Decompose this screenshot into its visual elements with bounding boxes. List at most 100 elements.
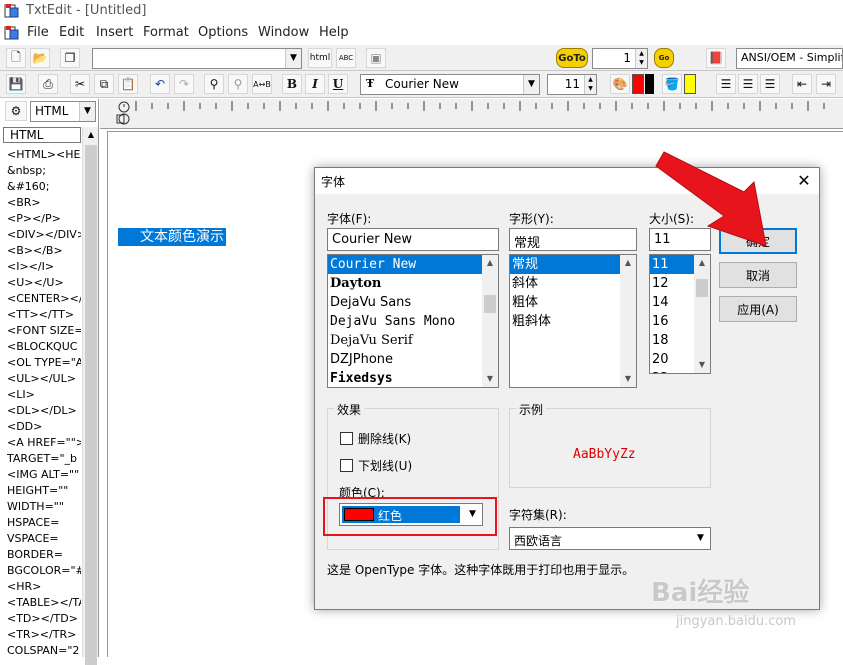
scroll-thumb[interactable] (484, 295, 496, 313)
line-number-input[interactable]: 1 ▲ ▼ (592, 48, 648, 69)
style-list-item[interactable]: 粗斜体 (510, 312, 620, 331)
font-style-field[interactable]: 常规 (509, 228, 637, 251)
close-icon[interactable]: ✕ (793, 170, 815, 192)
size-list-item[interactable]: 11 (650, 255, 694, 274)
find-button[interactable]: ⚲ (204, 74, 224, 94)
highlight-button[interactable]: 🪣 (662, 74, 682, 94)
menu-insert[interactable]: Insert (96, 25, 133, 40)
underline-checkbox[interactable] (340, 459, 353, 472)
snippet-item[interactable]: WIDTH="" (7, 499, 81, 515)
menu-file[interactable]: File (27, 25, 49, 40)
save-button[interactable]: 💾 (6, 74, 26, 94)
chevron-down-icon[interactable]: ▼ (285, 49, 301, 68)
snippet-item[interactable]: <TABLE></TA (7, 595, 81, 611)
new-file-button[interactable]: 🗋 (6, 48, 26, 68)
snippet-item[interactable]: <BR> (7, 195, 81, 211)
bold-button[interactable]: B (282, 74, 302, 94)
panel-settings-button[interactable]: ⚙ (5, 101, 27, 121)
chevron-down-icon[interactable]: ▼ (692, 529, 709, 548)
chevron-down-icon[interactable]: ▼ (523, 75, 539, 94)
text-color-swatch[interactable] (632, 74, 644, 94)
scroll-up-icon[interactable]: ▲ (620, 255, 636, 271)
snippet-item[interactable]: <TT></TT> (7, 307, 81, 323)
indent-button[interactable]: ⇥ (816, 74, 836, 94)
snippet-item[interactable]: HSPACE= (7, 515, 81, 531)
font-list-item[interactable]: DejaVu Serif (328, 331, 482, 350)
menu-options[interactable]: Options (198, 25, 248, 40)
snippet-item[interactable]: <I></I> (7, 259, 81, 275)
snippet-item[interactable]: <OL TYPE="A (7, 355, 81, 371)
undo-button[interactable]: ↶ (150, 74, 170, 94)
snippet-item[interactable]: <IMG ALT="" (7, 467, 81, 483)
menu-window[interactable]: Window (258, 25, 309, 40)
scroll-up-icon[interactable]: ▲ (694, 255, 710, 271)
redo-button[interactable]: ↷ (174, 74, 194, 94)
url-combo[interactable]: ▼ (92, 48, 302, 69)
font-list-item[interactable]: Dayton (328, 274, 482, 293)
italic-button[interactable]: I (305, 74, 325, 94)
snippet-item[interactable]: <LI> (7, 387, 81, 403)
snippet-item[interactable]: &nbsp; (7, 163, 81, 179)
snippet-item[interactable]: <CENTER></ (7, 291, 81, 307)
outdent-button[interactable]: ⇤ (792, 74, 812, 94)
menu-format[interactable]: Format (143, 25, 189, 40)
font-list[interactable]: Courier New Dayton DejaVu Sans DejaVu Sans … (327, 254, 499, 388)
scroll-thumb[interactable] (696, 279, 708, 297)
size-list-scrollbar[interactable]: ▲ ▼ (694, 255, 710, 373)
font-list-item[interactable]: DejaVu Sans (328, 293, 482, 312)
book-button[interactable]: 📕 (706, 48, 726, 68)
snippet-scrollbar[interactable]: ▲ (82, 127, 99, 665)
document-icon[interactable] (4, 25, 20, 41)
font-size-input[interactable]: 11 ▲ ▼ (547, 74, 597, 95)
snippet-item[interactable]: <DIV></DIV> (7, 227, 81, 243)
snippet-item[interactable]: COLSPAN="2 (7, 643, 81, 657)
align-right-button[interactable]: ☰ (760, 74, 780, 94)
size-list-item[interactable]: 20 (650, 350, 694, 369)
style-list-item[interactable]: 斜体 (510, 274, 620, 293)
strikeout-checkbox[interactable] (340, 432, 353, 445)
size-list-item[interactable]: 12 (650, 274, 694, 293)
spinner-icon[interactable]: ▲ ▼ (635, 49, 647, 68)
underline-button[interactable]: U (328, 74, 348, 94)
font-size-field[interactable]: 11 (649, 228, 711, 251)
style-list-item[interactable]: 常规 (510, 255, 620, 274)
scroll-up-icon[interactable]: ▲ (83, 127, 99, 143)
snippet-item[interactable]: <HTML><HEA (7, 147, 81, 163)
charset-select[interactable]: 西欧语言 ▼ (509, 527, 711, 550)
print-button[interactable]: ⎙ (38, 74, 58, 94)
style-list-scrollbar[interactable]: ▲ ▼ (620, 255, 636, 387)
preview-button[interactable]: ▣ (366, 48, 386, 68)
font-list-item[interactable]: DejaVu Sans Mono (328, 312, 482, 331)
snippet-item[interactable]: <B></B> (7, 243, 81, 259)
font-list-item[interactable]: Courier New (328, 255, 482, 274)
windows-button[interactable]: ❐ (60, 48, 80, 68)
snippet-item[interactable]: <UL></UL> (7, 371, 81, 387)
snippet-item[interactable]: &#160; (7, 179, 81, 195)
font-list-item[interactable]: Fixedsys (328, 369, 482, 387)
style-list-item[interactable]: 粗体 (510, 293, 620, 312)
align-left-button[interactable]: ☰ (716, 74, 736, 94)
font-style-list[interactable]: 常规 斜体 粗体 粗斜体 ▲ ▼ (509, 254, 637, 388)
align-center-button[interactable]: ☰ (738, 74, 758, 94)
scroll-up-icon[interactable]: ▲ (482, 255, 498, 271)
text-color-dropdown[interactable] (645, 74, 654, 94)
html-button[interactable]: html (308, 48, 332, 68)
size-list-item[interactable]: 14 (650, 293, 694, 312)
selected-text[interactable]: 文本颜色演示 (118, 228, 226, 246)
font-size-list[interactable]: 11121416182022 ▲ ▼ (649, 254, 711, 374)
snippet-item[interactable]: <U></U> (7, 275, 81, 291)
apply-button[interactable]: 应用(A) (719, 296, 797, 322)
highlight-color-swatch[interactable] (684, 74, 696, 94)
snippet-item[interactable]: <HR> (7, 579, 81, 595)
snippet-item[interactable]: <DD> (7, 419, 81, 435)
size-list-item[interactable]: 18 (650, 331, 694, 350)
open-file-button[interactable]: 📂 (30, 48, 50, 68)
snippet-item[interactable]: TARGET="_b (7, 451, 81, 467)
snippet-item[interactable]: <P></P> (7, 211, 81, 227)
snippet-item[interactable]: <A HREF=""> (7, 435, 81, 451)
snippet-item[interactable]: BGCOLOR="# (7, 563, 81, 579)
cancel-button[interactable]: 取消 (719, 262, 797, 288)
snippet-item[interactable]: <TD></TD> (7, 611, 81, 627)
menu-edit[interactable]: Edit (59, 25, 84, 40)
scroll-thumb[interactable] (85, 145, 97, 665)
